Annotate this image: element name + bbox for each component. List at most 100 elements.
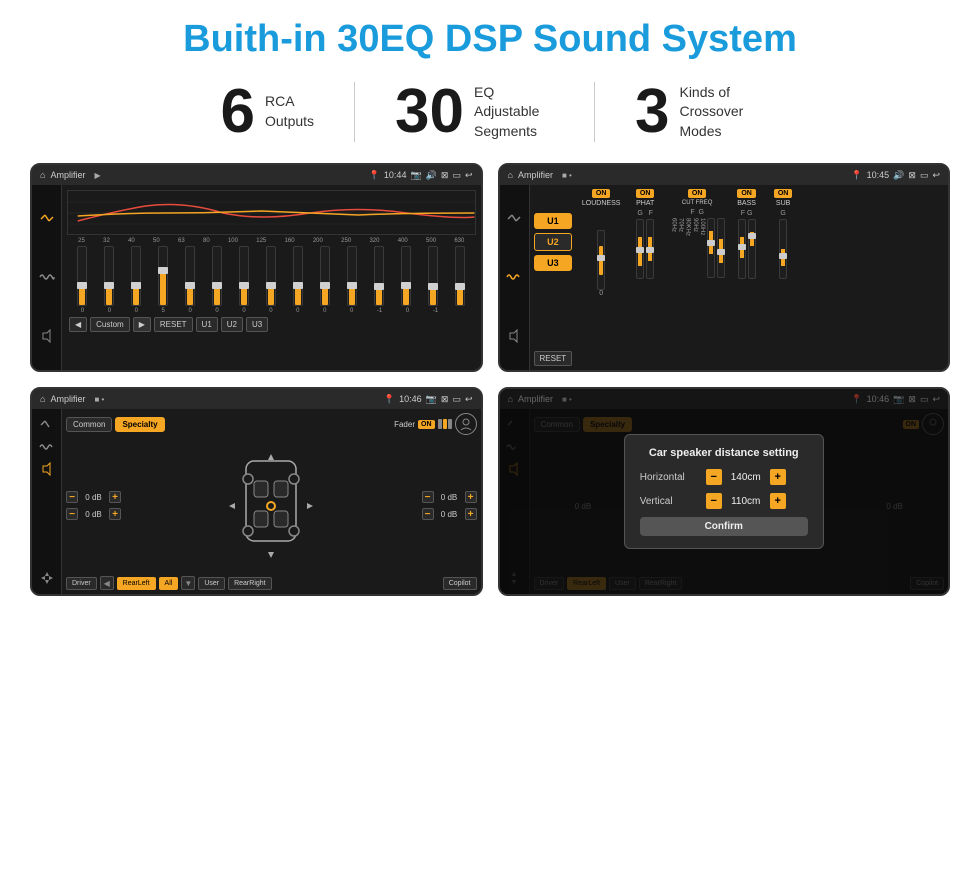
eq-play-icons: ▶ <box>94 171 100 180</box>
nav-speaker-icon-3[interactable] <box>36 458 58 480</box>
horizontal-minus-btn[interactable]: − <box>706 469 722 485</box>
slider-50[interactable] <box>158 246 168 306</box>
crossover-side-nav <box>500 185 530 370</box>
sub-label: SUB <box>776 200 790 207</box>
db-control-4: − 0 dB + <box>422 508 477 520</box>
db-val-4: 0 dB <box>437 510 462 519</box>
slider-80[interactable] <box>212 246 222 306</box>
nav-eq-icon[interactable] <box>36 208 58 230</box>
slider-100[interactable] <box>239 246 249 306</box>
vertical-plus-btn[interactable]: + <box>770 493 786 509</box>
horizontal-plus-btn[interactable]: + <box>770 469 786 485</box>
phat-on: ON <box>636 189 655 198</box>
eq-main-area: 253240506380100125160200250320400500630 <box>62 185 481 370</box>
slider-63[interactable] <box>185 246 195 306</box>
slider-160[interactable] <box>293 246 303 306</box>
fader-speaker-grid: − 0 dB + − 0 dB + <box>66 439 477 572</box>
fader-text: Fader <box>394 420 415 429</box>
slider-500[interactable] <box>428 246 438 306</box>
slider-40[interactable] <box>131 246 141 306</box>
slider-200[interactable] <box>320 246 330 306</box>
confirm-button[interactable]: Confirm <box>640 517 808 536</box>
slider-125[interactable] <box>266 246 276 306</box>
all-btn-2[interactable]: All <box>159 577 179 590</box>
eq-play-btn[interactable]: ▶ <box>133 317 151 332</box>
nav-wave-icon-2[interactable] <box>503 266 525 288</box>
db-plus-1[interactable]: + <box>109 491 121 503</box>
db-minus-3[interactable]: − <box>422 491 434 503</box>
db-control-2: − 0 dB + <box>66 508 121 520</box>
home-icon-3[interactable]: ⌂ <box>40 394 45 404</box>
loudness-label: LOUDNESS <box>582 200 621 207</box>
eq-u3-btn[interactable]: U3 <box>246 317 268 332</box>
stat-crossover: 3 Kinds ofCrossover Modes <box>595 81 799 143</box>
fader-on: ON <box>418 420 435 429</box>
nav-speaker-icon[interactable] <box>36 325 58 347</box>
slider-25[interactable] <box>77 246 87 306</box>
eq-prev-btn[interactable]: ◀ <box>69 317 87 332</box>
eq-u1-btn[interactable]: U1 <box>196 317 218 332</box>
fader-avatar[interactable] <box>455 413 477 435</box>
common-tab[interactable]: Common <box>66 417 112 432</box>
nav-eq-icon-3[interactable] <box>36 414 58 436</box>
eq-buttons: ◀ Custom ▶ RESET U1 U2 U3 <box>67 314 476 335</box>
eq-content: 253240506380100125160200250320400500630 <box>32 185 481 370</box>
nav-eq-icon-2[interactable] <box>503 208 525 230</box>
driver-btn[interactable]: Driver <box>66 577 97 590</box>
slider-320[interactable] <box>374 246 384 306</box>
u3-btn[interactable]: U3 <box>534 255 573 271</box>
vertical-label: Vertical <box>640 496 700 507</box>
db-plus-4[interactable]: + <box>465 508 477 520</box>
stat-rca-text: RCAOutputs <box>265 92 314 131</box>
nav-wave-icon[interactable] <box>36 266 58 288</box>
page-title: Buith-in 30EQ DSP Sound System <box>0 0 980 71</box>
nav-arrows-icon[interactable] <box>36 567 58 589</box>
db-control-1: − 0 dB + <box>66 491 121 503</box>
u-buttons: U1 U2 U3 RESET <box>534 189 578 366</box>
db-plus-3[interactable]: + <box>465 491 477 503</box>
u1-btn[interactable]: U1 <box>534 213 573 229</box>
db-minus-4[interactable]: − <box>422 508 434 520</box>
bass-on: ON <box>737 189 756 198</box>
eq-side-nav <box>32 185 62 370</box>
u2-btn[interactable]: U2 <box>534 233 573 251</box>
home-icon-2[interactable]: ⌂ <box>508 170 513 180</box>
stat-crossover-number: 3 <box>635 81 669 143</box>
eq-status-icons: 📍10:44📷🔊⊠▭↩ <box>369 170 473 181</box>
slider-630[interactable] <box>455 246 465 306</box>
down-arrow-btn[interactable]: ▼ <box>181 576 195 590</box>
slider-32[interactable] <box>104 246 114 306</box>
db-plus-2[interactable]: + <box>109 508 121 520</box>
db-control-3: − 0 dB + <box>422 491 477 503</box>
rearright-btn[interactable]: RearRight <box>228 577 272 590</box>
freq-labels: 253240506380100125160200250320400500630 <box>67 238 476 244</box>
dialog-title: Car speaker distance setting <box>640 447 808 459</box>
db-val-2: 0 dB <box>81 510 106 519</box>
eq-reset-btn[interactable]: RESET <box>154 317 193 332</box>
nav-wave-icon-3[interactable] <box>36 436 58 458</box>
horizontal-label: Horizontal <box>640 472 700 483</box>
eq-screen: ⌂ Amplifier ▶ 📍10:44📷🔊⊠▭↩ <box>30 163 483 372</box>
home-icon[interactable]: ⌂ <box>40 170 45 180</box>
nav-speaker-icon-2[interactable] <box>503 325 525 347</box>
vertical-minus-btn[interactable]: − <box>706 493 722 509</box>
fader-content: Common Specialty Fader ON <box>32 409 481 594</box>
left-arrow-btn[interactable]: ◀ <box>100 576 114 590</box>
fader-main-area: Common Specialty Fader ON <box>62 409 481 594</box>
copilot-btn[interactable]: Copilot <box>443 577 477 590</box>
specialty-tab[interactable]: Specialty <box>115 417 164 432</box>
fader-side-nav <box>32 409 62 594</box>
phat-label: PHAT <box>636 200 654 207</box>
slider-250[interactable] <box>347 246 357 306</box>
dialog-screen: ⌂ Amplifier ■ • 📍10:46📷⊠▭↩ <box>498 387 951 596</box>
eq-u2-btn[interactable]: U2 <box>221 317 243 332</box>
car-diagram <box>126 439 417 572</box>
user-btn[interactable]: User <box>198 577 225 590</box>
all-btn[interactable]: RearLeft <box>117 577 156 590</box>
db-val-3: 0 dB <box>437 493 462 502</box>
db-minus-1[interactable]: − <box>66 491 78 503</box>
slider-400[interactable] <box>401 246 411 306</box>
crossover-reset-btn[interactable]: RESET <box>534 351 573 366</box>
cutfreq-label: CUT FREQ <box>682 200 713 206</box>
db-minus-2[interactable]: − <box>66 508 78 520</box>
